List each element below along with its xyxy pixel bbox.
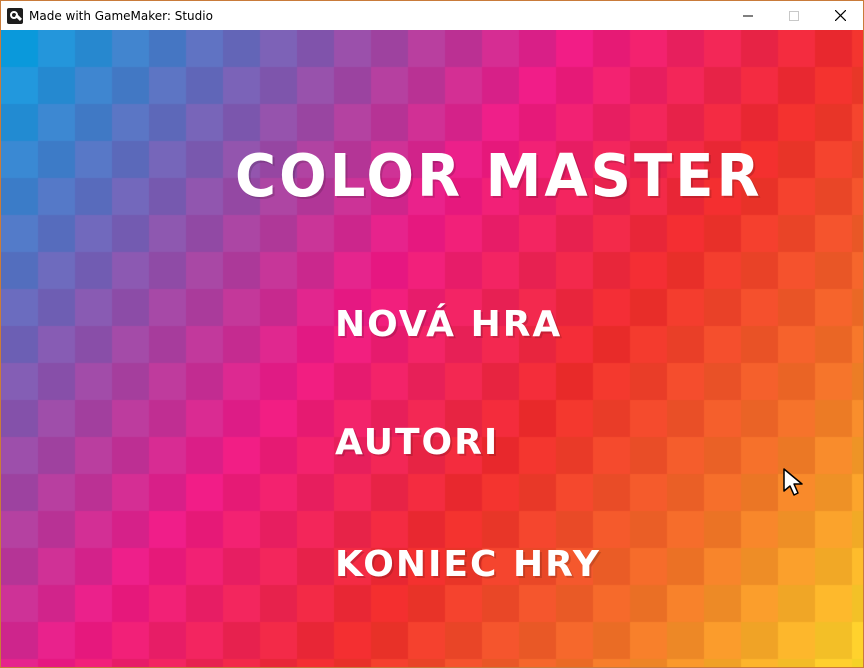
- title-bar[interactable]: Made with GameMaker: Studio: [1, 0, 863, 30]
- menu-item-quit[interactable]: KONIEC HRY: [335, 544, 601, 585]
- minimize-icon: [743, 15, 753, 16]
- window-controls: [725, 1, 863, 30]
- close-icon: [834, 10, 846, 21]
- game-canvas-area[interactable]: COLOR MASTER NOVÁ HRA AUTORI KONIEC HRY: [1, 30, 863, 667]
- window-title: Made with GameMaker: Studio: [29, 8, 213, 23]
- close-button[interactable]: [817, 1, 863, 30]
- menu-item-new-game[interactable]: NOVÁ HRA: [335, 304, 562, 345]
- game-window: Made with GameMaker: Studio COLOR MASTER…: [0, 0, 864, 668]
- game-title: COLOR MASTER: [235, 142, 763, 211]
- maximize-icon: [789, 10, 799, 21]
- mouse-cursor-icon: [783, 468, 803, 496]
- minimize-button[interactable]: [725, 1, 771, 30]
- gamemaker-app-icon: [7, 7, 23, 24]
- menu-item-authors[interactable]: AUTORI: [335, 422, 499, 463]
- maximize-button: [771, 1, 817, 30]
